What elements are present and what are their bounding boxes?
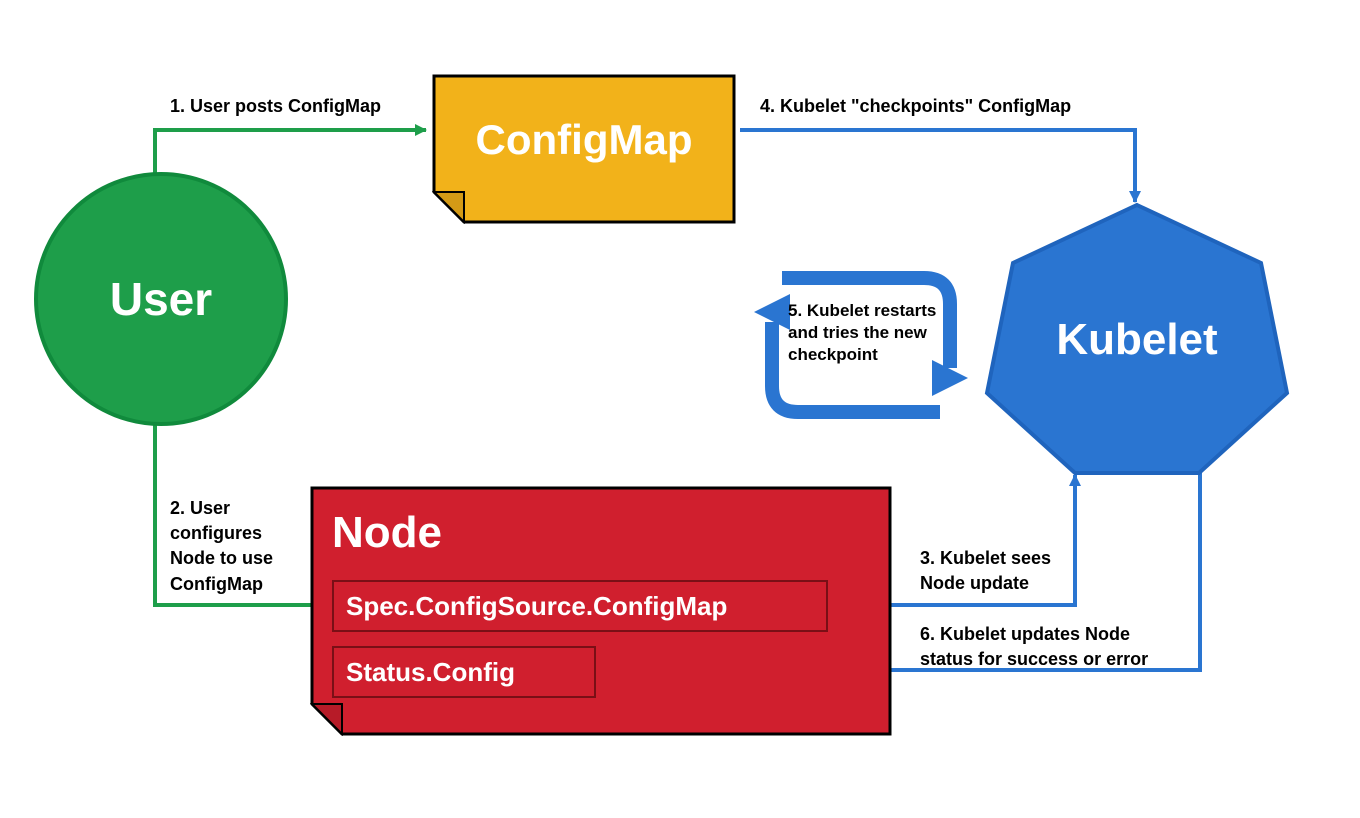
step6-label: 6. Kubelet updates Node status for succe… xyxy=(920,622,1148,672)
restart-box: 5. Kubelet restarts and tries the new ch… xyxy=(754,260,968,430)
user-node: User xyxy=(34,172,288,426)
configmap-node: ConfigMap xyxy=(432,74,736,224)
arrow-step4 xyxy=(740,130,1135,202)
arrow-step1 xyxy=(155,130,426,174)
user-label: User xyxy=(110,272,212,326)
node-spec-label: Spec.ConfigSource.ConfigMap xyxy=(346,591,727,622)
step4-label: 4. Kubelet "checkpoints" ConfigMap xyxy=(760,96,1071,117)
node-status-box: Status.Config xyxy=(332,646,596,698)
step1-label: 1. User posts ConfigMap xyxy=(170,96,381,117)
diagram-canvas: User ConfigMap Kubelet Node Spec.ConfigS… xyxy=(0,0,1360,818)
kubelet-label: Kubelet xyxy=(981,315,1293,365)
node-label: Node xyxy=(332,508,442,558)
configmap-label: ConfigMap xyxy=(432,116,736,164)
node-spec-box: Spec.ConfigSource.ConfigMap xyxy=(332,580,828,632)
step3-label: 3. Kubelet sees Node update xyxy=(920,546,1051,596)
step2-label: 2. User configures Node to use ConfigMap xyxy=(170,496,310,597)
node-status-label: Status.Config xyxy=(346,657,515,688)
node-container: Node Spec.ConfigSource.ConfigMap Status.… xyxy=(310,486,892,736)
restart-box-text: 5. Kubelet restarts and tries the new ch… xyxy=(788,300,938,366)
kubelet-node: Kubelet xyxy=(981,199,1293,479)
